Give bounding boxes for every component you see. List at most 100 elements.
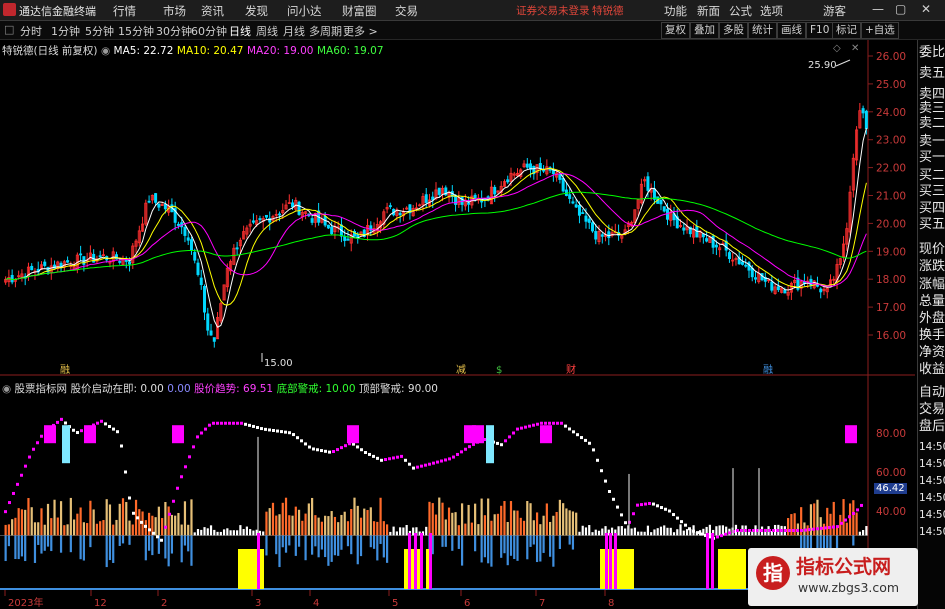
candle-body (587, 218, 591, 223)
indicator-bar (245, 526, 248, 536)
indicator-neg-bar (314, 535, 317, 547)
indicator-neg-bar (317, 535, 320, 558)
menu-new-page[interactable]: 新面 (697, 3, 720, 19)
side-item[interactable]: 交易 (919, 403, 945, 417)
candle-body (861, 108, 865, 114)
mark-button[interactable]: 标记 (832, 22, 861, 39)
trend-dot (136, 516, 139, 520)
candle-body (326, 224, 330, 229)
side-item: 换手 (919, 328, 945, 343)
indicator-bar (659, 526, 663, 536)
stats-button[interactable]: 统计 (748, 22, 777, 39)
indicator-neg-bar (297, 535, 301, 547)
indicator-bar (219, 531, 222, 536)
signal-block (540, 425, 552, 444)
indicator-neg-bar (180, 535, 183, 563)
close-icon[interactable]: ✕ (921, 2, 931, 16)
event-mark: 融 (60, 364, 70, 376)
settings-icon[interactable]: ◉ (2, 383, 15, 395)
candle-body (705, 238, 709, 242)
menu-guest[interactable]: 游客 (823, 3, 846, 19)
trend-dot (328, 450, 331, 454)
indicator-bar (434, 514, 438, 536)
menu-quotes[interactable]: 行情 (113, 3, 136, 19)
bottom-magenta-bar (609, 533, 612, 589)
login-warning[interactable]: 证券交易未登录 (516, 3, 590, 18)
period-tab[interactable]: 月线 (283, 23, 305, 39)
menu-function[interactable]: 功能 (664, 3, 687, 19)
y-tick-label: 23.00 (876, 135, 906, 147)
menu-market[interactable]: 市场 (163, 3, 186, 19)
indicator-bar (379, 497, 382, 536)
indicator-bar (333, 516, 337, 536)
indicator-bar (20, 509, 24, 536)
period-tab[interactable]: 多周期 (309, 23, 342, 39)
period-tab[interactable]: 60分钟 (191, 23, 227, 39)
menu-options[interactable]: 选项 (760, 3, 783, 19)
indicator-bar (183, 501, 187, 536)
indicator-bar (672, 532, 676, 536)
indicator-bar (650, 532, 653, 536)
y-tick-label: 22.00 (876, 163, 906, 175)
indicator-bar (359, 517, 363, 536)
maximize-icon[interactable]: ▢ (895, 2, 906, 16)
period-tab-more[interactable]: 更多 > (343, 23, 378, 39)
overlay-button[interactable]: 叠加 (690, 22, 719, 39)
trend-dot (640, 503, 643, 507)
trend-dot (388, 457, 391, 461)
indicator-neg-bar (457, 535, 460, 549)
menu-discover[interactable]: 发现 (245, 3, 268, 19)
indicator-neg-bar (284, 535, 288, 553)
candle-body (251, 220, 255, 223)
x-axis-label: 4 (313, 598, 319, 609)
trend-dot (224, 421, 227, 425)
indicator-bar (353, 497, 356, 536)
f10-button[interactable]: F10 (806, 22, 834, 39)
trend-dot (168, 512, 171, 516)
trend-dot (816, 527, 819, 531)
menu-trade[interactable]: 交易 (395, 3, 418, 19)
indicator-bar (317, 517, 320, 536)
period-tab[interactable]: 1分钟 (51, 23, 80, 39)
trend-dot (800, 529, 803, 532)
x-axis-label: 2023年 (8, 596, 43, 609)
indicator-neg-bar (118, 535, 121, 546)
indicator-value: 0.00 (167, 383, 191, 395)
indicator-bar (14, 517, 17, 536)
indicator-title: 股票指标网 (14, 383, 68, 395)
multi-stock-button[interactable]: 多股 (719, 22, 748, 39)
trend-dot (312, 447, 315, 451)
add-watchlist-button[interactable]: +自选 (861, 22, 899, 39)
signal-block (472, 425, 484, 444)
indicator-bar (676, 529, 679, 536)
close-pane-icon[interactable]: ✕ (851, 43, 859, 54)
fuquan-button[interactable]: 复权 (661, 22, 690, 39)
settings-icon[interactable]: ◉ (101, 45, 114, 57)
trend-dot (516, 427, 519, 431)
ma60-line (5, 191, 867, 280)
trend-dot (532, 423, 535, 427)
period-tab[interactable]: 分时 (20, 23, 42, 39)
period-tab[interactable]: 5分钟 (85, 23, 114, 39)
menu-wealth[interactable]: 财富圈 (342, 3, 377, 19)
draw-button[interactable]: 画线 (777, 22, 806, 39)
menu-xiaoda[interactable]: 问小达 (287, 3, 322, 19)
period-tab[interactable]: 15分钟 (118, 23, 154, 39)
trend-dot (344, 444, 347, 448)
menu-formula[interactable]: 公式 (729, 3, 752, 19)
kline-chart[interactable]: 26.0025.0024.0023.0022.0021.0020.0019.00… (0, 40, 915, 609)
candle-body (79, 253, 83, 256)
minimize-icon[interactable]: — (872, 2, 884, 16)
side-item[interactable]: 自动 (919, 386, 945, 400)
period-tab-active[interactable]: 日线 (229, 23, 251, 39)
checkbox-icon[interactable]: □ (4, 23, 14, 36)
side-item[interactable]: 盘后 (919, 420, 945, 434)
period-tab[interactable]: 周线 (256, 23, 278, 39)
indicator-bar (297, 509, 301, 536)
candle-body (128, 261, 132, 265)
indicator-bar (637, 531, 640, 536)
period-tab[interactable]: 30分钟 (156, 23, 192, 39)
menu-news[interactable]: 资讯 (201, 3, 224, 19)
trend-dot (860, 503, 863, 507)
diamond-icon[interactable]: ◇ (833, 43, 841, 54)
